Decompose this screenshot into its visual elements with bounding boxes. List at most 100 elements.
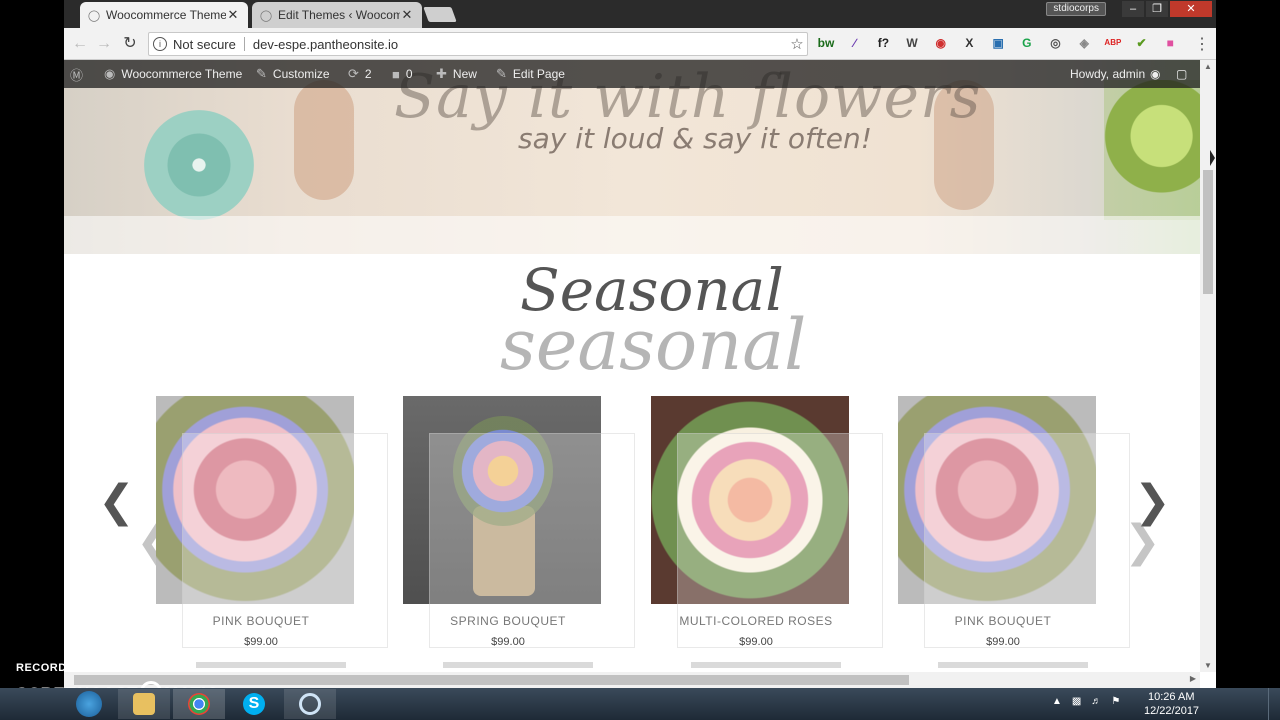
tray-arrow-icon[interactable]: ▲	[1052, 696, 1062, 707]
windows-taskbar: S ▲ ▩ ♬ ⚑ 10:26 AM 12/22/2017	[0, 688, 1280, 720]
comments-count: 0	[405, 67, 413, 81]
hero-banner: Say it with flowers say it loud & say it…	[64, 60, 1200, 254]
taskbar-explorer[interactable]	[118, 689, 170, 719]
admin-updates[interactable]: ⟳ 2	[348, 60, 372, 88]
wordpress-logo-icon[interactable]: Ⓜ	[70, 60, 89, 88]
hand-image	[294, 80, 354, 200]
folder-icon	[133, 693, 155, 715]
address-bar[interactable]: i Not secure dev-espe.pantheonsite.io ☆	[148, 32, 808, 56]
profile-badge[interactable]: stdiocorps	[1046, 2, 1106, 16]
product-card[interactable]: PINK BOUQUET $99.00	[156, 396, 388, 668]
product-name[interactable]: PINK BOUQUET	[898, 614, 1108, 628]
product-name[interactable]: SPRING BOUQUET	[403, 614, 613, 628]
admin-new[interactable]: ✚ New	[436, 60, 477, 88]
ribbon-spool-image	[144, 110, 254, 220]
maximize-icon[interactable]: ❐	[1146, 1, 1168, 17]
windows-logo-icon	[76, 691, 102, 717]
reload-icon[interactable]: ↻	[120, 34, 140, 54]
extension-icon[interactable]: ABP	[1103, 34, 1123, 52]
product-card[interactable]: MULTI-COLORED ROSES $99.00	[651, 396, 883, 668]
extension-icon[interactable]: ✔	[1132, 34, 1152, 52]
security-tray-icon[interactable]: ⚑	[1111, 696, 1120, 707]
admin-comments[interactable]: ■ 0	[392, 60, 413, 88]
tab-title: Woocommerce Theme	[106, 8, 226, 22]
product-card[interactable]: PINK BOUQUET $99.00	[898, 396, 1130, 668]
product-price: $99.00	[491, 636, 525, 648]
clock-date[interactable]: 12/22/2017	[1144, 705, 1199, 717]
taskbar-chrome[interactable]	[173, 689, 225, 719]
updates-count: 2	[364, 67, 372, 81]
product-price: $99.00	[986, 636, 1020, 648]
taskbar-recorder[interactable]	[284, 689, 336, 719]
show-desktop-button[interactable]	[1268, 688, 1280, 720]
admin-edit-page[interactable]: ✎ Edit Page	[496, 60, 565, 88]
extension-icon[interactable]: W	[902, 34, 922, 52]
extension-icon[interactable]: ∕	[845, 34, 865, 52]
extension-icon[interactable]: ▣	[988, 34, 1008, 52]
address-separator	[243, 37, 245, 51]
browser-menu-icon[interactable]: ⋮	[1194, 34, 1210, 54]
scroll-right-icon[interactable]: ▶	[1190, 674, 1196, 683]
extension-icon[interactable]: X	[959, 34, 979, 52]
lock-icon[interactable]: ▢	[1176, 60, 1187, 88]
back-arrow-icon[interactable]: ←	[70, 34, 90, 54]
wp-admin-bar: Ⓜ ◉ Woocommerce Theme ✎ Customize ⟳ 2 ■ 0 ✚ N…	[64, 60, 1200, 88]
product-ghost-text	[196, 662, 346, 668]
extension-icon[interactable]: ◈	[1074, 34, 1094, 52]
skype-icon: S	[243, 693, 265, 715]
volume-icon[interactable]: ♬	[1091, 696, 1101, 707]
forward-arrow-icon[interactable]: →	[94, 34, 114, 54]
carousel-prev-icon[interactable]: ❮	[98, 476, 135, 527]
extension-icon[interactable]: bw	[816, 34, 836, 52]
url-text[interactable]: dev-espe.pantheonsite.io	[253, 37, 787, 52]
desktop-screen: ◯ Woocommerce Theme ✕ ◯ Edit Themes ‹ Wo…	[0, 0, 1280, 720]
new-label: New	[452, 67, 477, 81]
security-label[interactable]: Not secure	[173, 37, 236, 52]
admin-site-name[interactable]: ◉ Woocommerce Theme	[104, 60, 242, 88]
minimize-icon[interactable]: –	[1122, 1, 1144, 17]
extension-icon[interactable]: ■	[1160, 34, 1180, 52]
vertical-scroll-thumb[interactable]	[1203, 170, 1213, 294]
product-name[interactable]: MULTI-COLORED ROSES	[651, 614, 861, 628]
tab-woocommerce-theme[interactable]: ◯ Woocommerce Theme ✕	[80, 2, 248, 28]
network-icon[interactable]: ▩	[1072, 696, 1081, 707]
page-viewport: Say it with flowers say it loud & say it…	[64, 60, 1200, 672]
product-price: $99.00	[244, 636, 278, 648]
updates-icon: ⟳	[348, 66, 359, 81]
extension-icons: bw ∕ f? W ◉ X ▣ G ◎ ◈ ABP ✔ ■	[816, 34, 1189, 52]
extension-icon[interactable]: G	[1017, 34, 1037, 52]
scroll-down-icon[interactable]: ▼	[1204, 661, 1212, 670]
site-name-label: Woocommerce Theme	[121, 67, 243, 81]
hero-tagline: say it loud & say it often!	[518, 122, 872, 155]
mouse-cursor-icon	[1210, 150, 1215, 166]
scroll-up-icon[interactable]: ▲	[1204, 62, 1212, 71]
page-favicon-icon: ◯	[259, 9, 273, 22]
new-tab-button[interactable]	[423, 7, 457, 22]
bookmark-star-icon[interactable]: ☆	[787, 35, 807, 53]
tab-close-icon[interactable]: ✕	[400, 7, 414, 23]
page-favicon-icon: ◯	[87, 9, 101, 22]
window-close-icon[interactable]: ✕	[1170, 1, 1212, 17]
recorder-icon	[299, 693, 321, 715]
extension-icon[interactable]: ◎	[1046, 34, 1066, 52]
pencil-icon: ✎	[496, 66, 507, 81]
admin-customize[interactable]: ✎ Customize	[256, 60, 330, 88]
taskbar-skype[interactable]: S	[228, 689, 280, 719]
section-heading-ghost: seasonal	[500, 304, 807, 386]
clock-time[interactable]: 10:26 AM	[1148, 691, 1194, 703]
product-name[interactable]: PINK BOUQUET	[156, 614, 366, 628]
product-card[interactable]: SPRING BOUQUET $99.00	[403, 396, 635, 668]
start-button[interactable]	[70, 689, 108, 719]
tab-edit-themes[interactable]: ◯ Edit Themes ‹ Woocomm ✕	[252, 2, 422, 28]
customize-label: Customize	[272, 67, 330, 81]
horizontal-scrollbar[interactable]: ▶	[64, 672, 1200, 688]
admin-howdy[interactable]: Howdy, admin	[1070, 60, 1145, 88]
tab-close-icon[interactable]: ✕	[226, 7, 240, 23]
comment-icon: ■	[392, 66, 400, 82]
product-ghost-text	[938, 662, 1088, 668]
eye-icon[interactable]: ◉	[1150, 60, 1160, 88]
extension-icon[interactable]: f?	[873, 34, 893, 52]
info-icon[interactable]: i	[153, 37, 167, 51]
extension-icon[interactable]: ◉	[931, 34, 951, 52]
tab-title: Edit Themes ‹ Woocomm	[278, 8, 400, 22]
